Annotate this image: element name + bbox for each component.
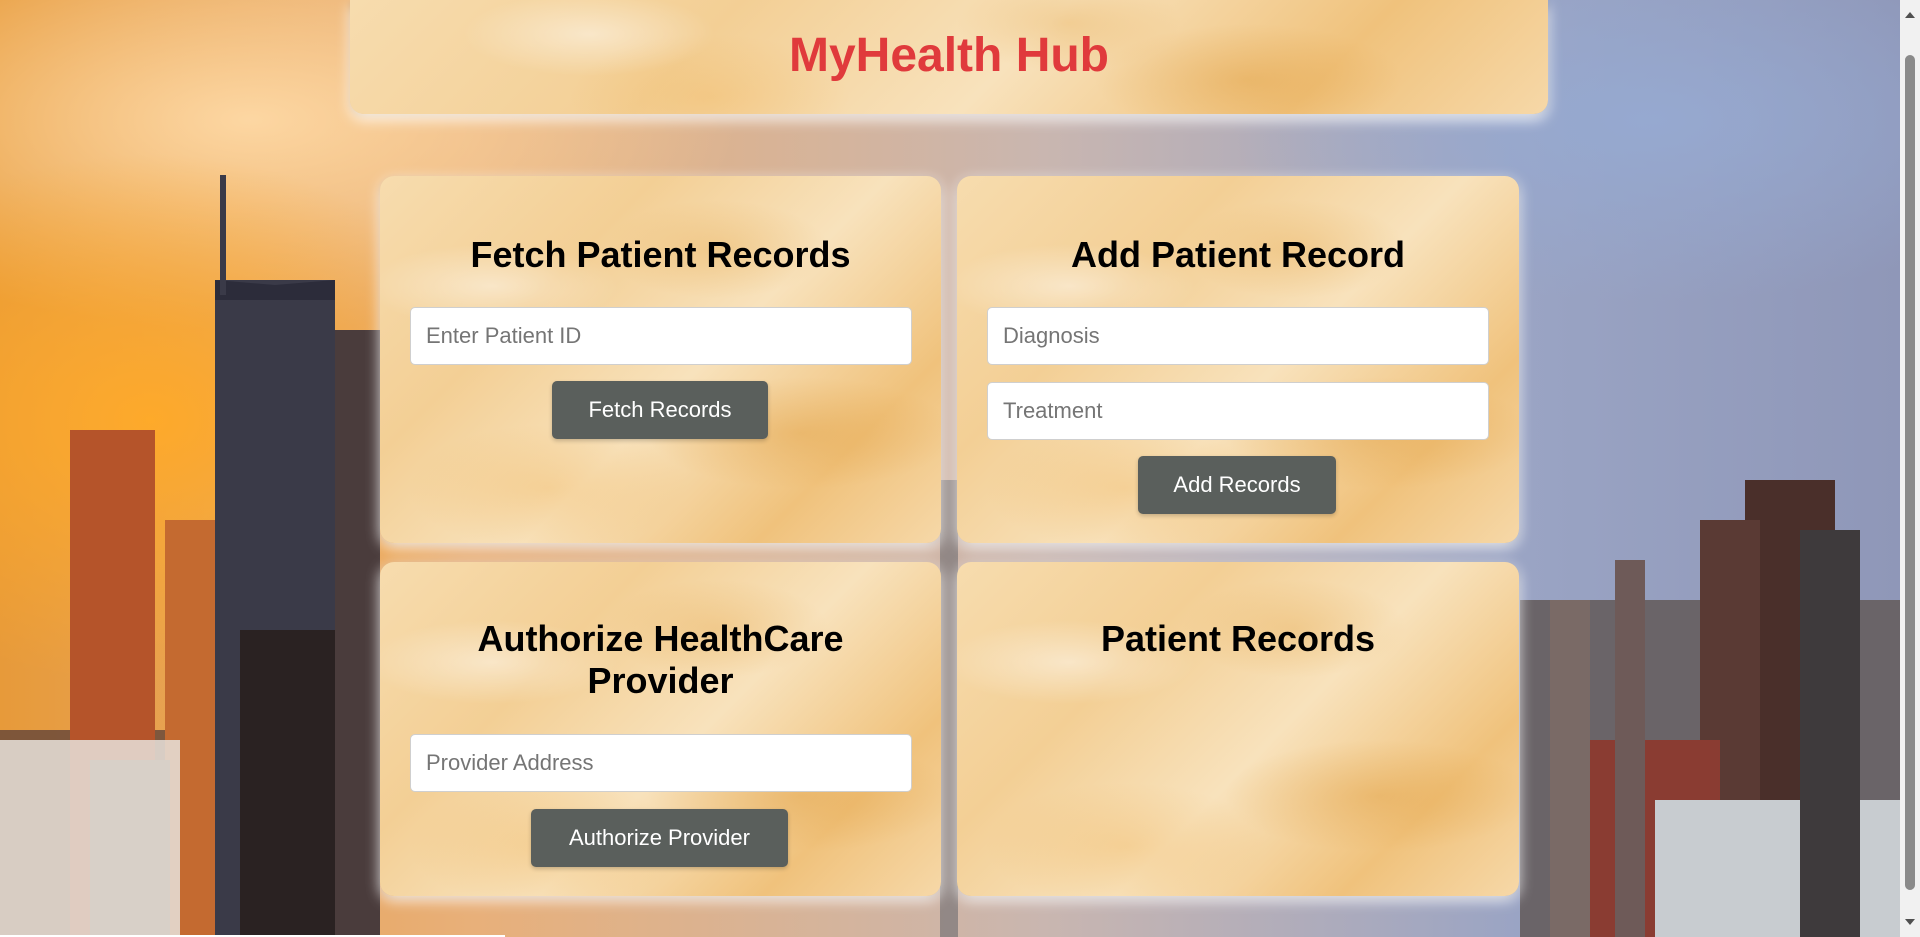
- authorize-card-title-line2: Provider: [587, 660, 734, 701]
- app-title: MyHealth Hub: [788, 29, 1109, 82]
- authorize-card-title: Authorize HealthCare Provider: [380, 618, 941, 702]
- scrollbar-thumb[interactable]: [1905, 55, 1915, 890]
- vertical-scrollbar[interactable]: [1900, 0, 1920, 937]
- authorize-provider-card: Authorize HealthCare Provider Authorize …: [380, 562, 941, 896]
- patient-records-list: [987, 692, 1489, 872]
- skyline-illustration: [0, 175, 1900, 937]
- add-card-title: Add Patient Record: [1070, 234, 1406, 275]
- city-background: [0, 0, 1900, 937]
- app-header: MyHealth Hub: [350, 0, 1548, 114]
- add-patient-record-card: Add Patient Record Add Records: [957, 176, 1519, 543]
- add-records-button[interactable]: Add Records: [1138, 456, 1336, 514]
- fetch-card-title: Fetch Patient Records: [470, 234, 851, 275]
- diagnosis-input[interactable]: [987, 307, 1489, 365]
- scroll-down-arrow-icon[interactable]: [1905, 919, 1915, 925]
- fetch-patient-records-card: Fetch Patient Records Fetch Records: [380, 176, 941, 543]
- patient-id-input[interactable]: [410, 307, 912, 365]
- fetch-records-button[interactable]: Fetch Records: [552, 381, 768, 439]
- patient-records-card: Patient Records: [957, 562, 1519, 896]
- treatment-input[interactable]: [987, 382, 1489, 440]
- authorize-card-title-line1: Authorize HealthCare: [477, 618, 844, 659]
- scroll-up-arrow-icon[interactable]: [1905, 12, 1915, 18]
- authorize-provider-button[interactable]: Authorize Provider: [531, 809, 788, 867]
- provider-address-input[interactable]: [410, 734, 912, 792]
- patient-records-title: Patient Records: [1100, 618, 1376, 659]
